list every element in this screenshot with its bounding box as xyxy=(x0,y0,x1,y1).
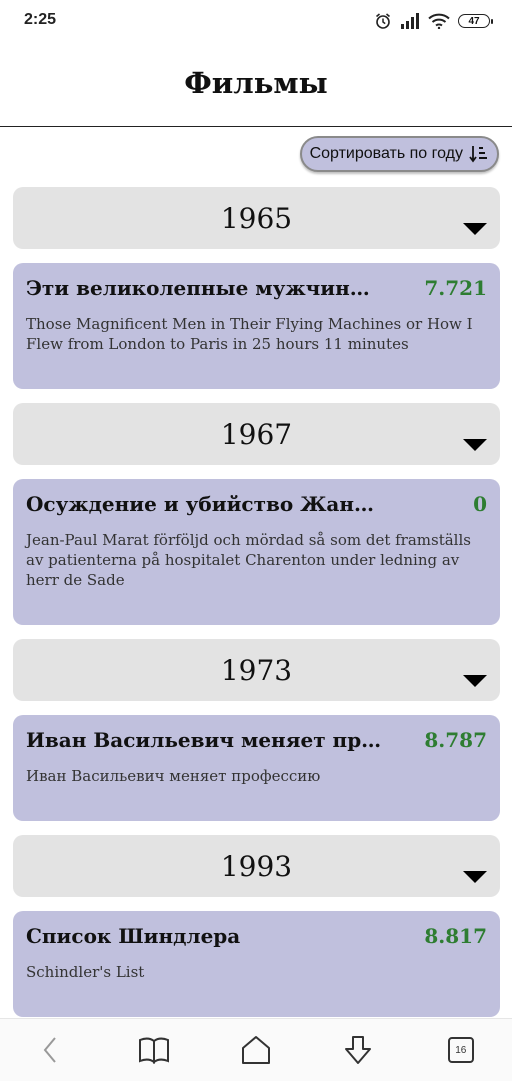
sort-ascending-icon xyxy=(469,146,487,163)
home-icon xyxy=(241,1036,270,1064)
status-bar: 2:25 47 xyxy=(0,0,512,40)
year-header-1973[interactable]: 1973 xyxy=(13,639,500,701)
film-original-title: Иван Васильевич меняет профессию xyxy=(26,767,321,785)
sort-by-year-button[interactable]: Сортировать по году xyxy=(299,136,499,172)
film-rating: 7.721 xyxy=(424,276,487,300)
home-button[interactable] xyxy=(234,1028,278,1072)
film-rating: 0 xyxy=(473,492,487,516)
year-header-1993[interactable]: 1993 xyxy=(13,835,500,897)
year-header-1965[interactable]: 1965 xyxy=(13,187,500,249)
tabs-count: 16 xyxy=(455,1044,467,1056)
chevron-down-icon xyxy=(463,439,487,451)
year-label: 1965 xyxy=(220,201,293,235)
year-label: 1973 xyxy=(220,653,293,687)
download-icon xyxy=(345,1036,372,1064)
sort-button-label: Сортировать по году xyxy=(309,145,463,162)
book-icon xyxy=(138,1037,169,1064)
alarm-icon xyxy=(375,13,391,29)
wifi-icon xyxy=(428,13,450,29)
chevron-down-icon xyxy=(463,675,487,687)
film-card[interactable]: Иван Васильевич меняет пр… 8.787 Иван Ва… xyxy=(13,715,500,821)
films-list: 1965 Эти великолепные мужчин… 7.721 Thos… xyxy=(13,187,500,1031)
battery-icon: 47 xyxy=(458,14,493,28)
tabs-button[interactable]: 16 xyxy=(439,1028,483,1072)
back-button[interactable] xyxy=(29,1028,73,1072)
year-header-1967[interactable]: 1967 xyxy=(13,403,500,465)
year-label: 1993 xyxy=(220,849,293,883)
page-title: Фильмы xyxy=(184,66,328,100)
app-header: Фильмы xyxy=(0,40,512,127)
film-title: Осуждение и убийство Жан… xyxy=(26,492,375,516)
film-rating: 8.787 xyxy=(424,728,487,752)
chevron-down-icon xyxy=(463,871,487,883)
year-label: 1967 xyxy=(220,417,293,451)
signal-icon xyxy=(401,13,419,29)
film-card[interactable]: Осуждение и убийство Жан… 0 Jean-Paul Ma… xyxy=(13,479,500,625)
film-title: Эти великолепные мужчин… xyxy=(26,276,370,300)
film-original-title: Schindler's List xyxy=(26,963,145,981)
film-rating: 8.817 xyxy=(424,924,487,948)
download-button[interactable] xyxy=(336,1028,380,1072)
bookmarks-button[interactable] xyxy=(132,1028,176,1072)
film-original-title: Those Magnificent Men in Their Flying Ma… xyxy=(26,315,473,353)
status-icons: 47 xyxy=(374,11,493,31)
chevron-down-icon xyxy=(463,223,487,235)
back-icon xyxy=(43,1037,56,1063)
battery-level: 47 xyxy=(468,15,480,27)
browser-nav-bar: 16 xyxy=(0,1018,512,1081)
film-title: Иван Васильевич меняет пр… xyxy=(26,728,382,752)
film-card[interactable]: Список Шиндлера 8.817 Schindler's List xyxy=(13,911,500,1017)
film-title: Список Шиндлера xyxy=(26,924,241,948)
status-time: 2:25 xyxy=(24,11,57,28)
film-card[interactable]: Эти великолепные мужчин… 7.721 Those Mag… xyxy=(13,263,500,389)
film-original-title: Jean-Paul Marat förföljd och mördad så s… xyxy=(26,531,471,589)
